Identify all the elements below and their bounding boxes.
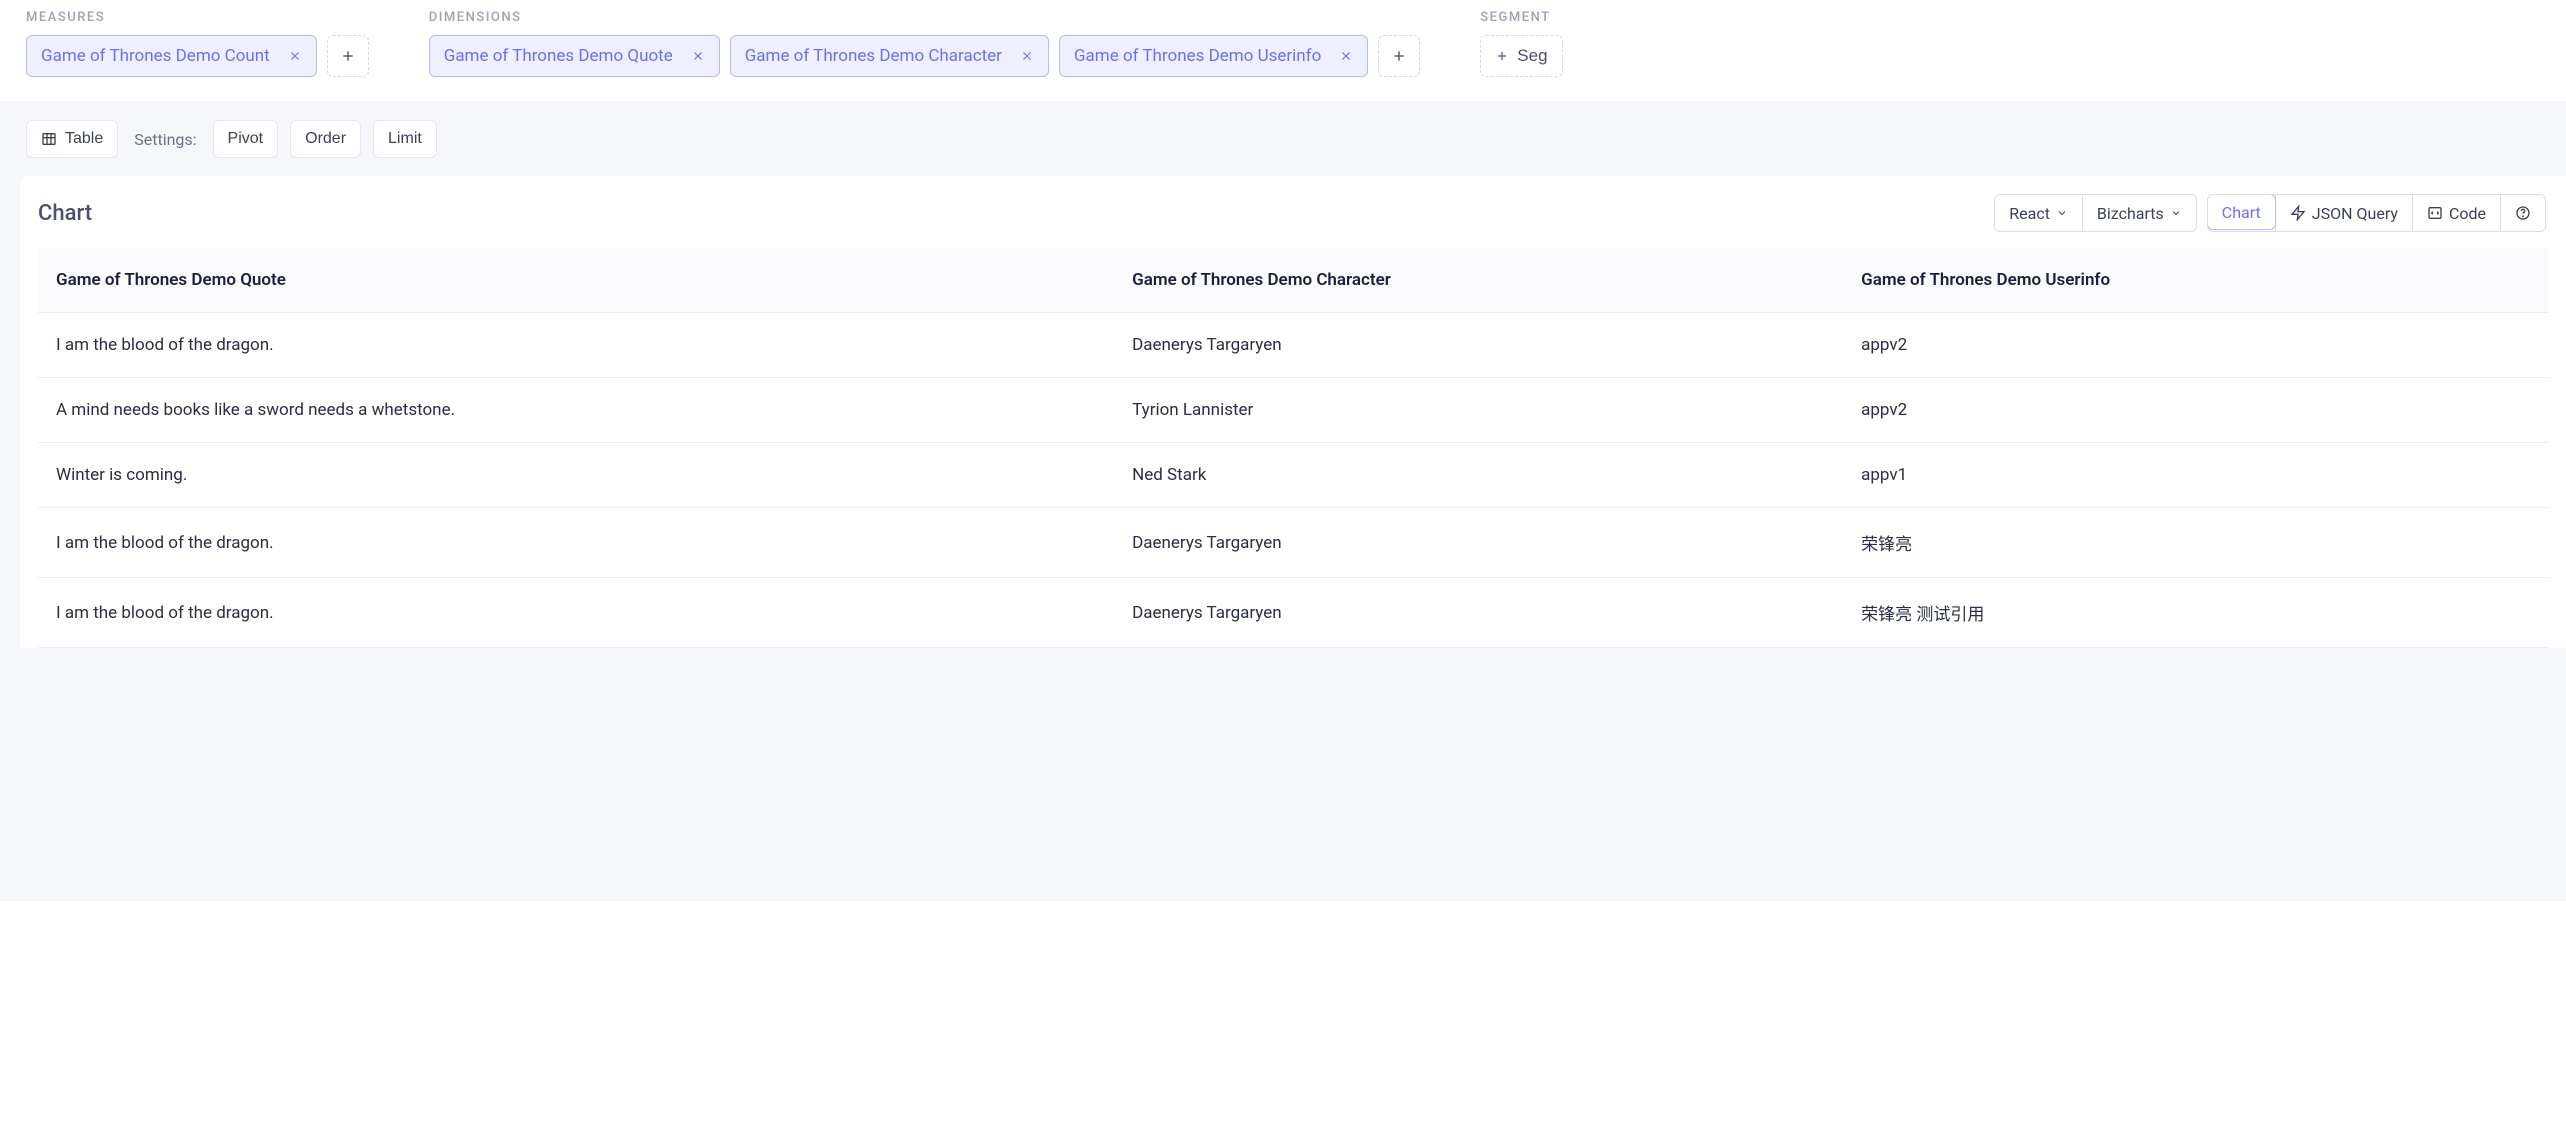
view-json-tab[interactable]: JSON Query (2275, 195, 2412, 231)
chip-label: Game of Thrones Demo Character (745, 46, 1006, 66)
table-cell: A mind needs books like a sword needs a … (38, 378, 1114, 443)
bolt-icon (2290, 205, 2306, 221)
table-cell: I am the blood of the dragon. (38, 313, 1114, 378)
table-cell: appv1 (1843, 443, 2548, 508)
close-icon (691, 49, 705, 63)
view-mode-group: Chart JSON Query Code (2207, 194, 2546, 232)
table-row: A mind needs books like a sword needs a … (38, 378, 2548, 443)
order-label: Order (305, 130, 346, 148)
column-header[interactable]: Game of Thrones Demo Quote (38, 248, 1114, 313)
result-table-wrap: Game of Thrones Demo QuoteGame of Throne… (20, 248, 2566, 648)
close-icon (1020, 49, 1034, 63)
table-cell: 荣锋亮 (1843, 508, 2548, 578)
chip-remove-button[interactable] (1016, 45, 1038, 67)
add-dimension-button[interactable] (1378, 35, 1420, 77)
table-row: Winter is coming.Ned Starkappv1 (38, 443, 2548, 508)
query-builder-bar: MEASURES Game of Thrones Demo Count DIME… (0, 0, 2566, 101)
measures-label: MEASURES (26, 10, 369, 25)
chip-label: Game of Thrones Demo Quote (444, 46, 677, 66)
settings-toolbar: Table Settings: Pivot Order Limit (0, 120, 2566, 176)
table-icon (41, 131, 57, 147)
view-json-label: JSON Query (2312, 204, 2398, 223)
measure-chip[interactable]: Game of Thrones Demo Count (26, 35, 317, 77)
segment-label: SEGMENT (1480, 10, 1562, 25)
chevron-down-icon (2170, 207, 2182, 219)
code-icon (2427, 205, 2443, 221)
view-table-button[interactable]: Table (26, 120, 118, 158)
measures-group: MEASURES Game of Thrones Demo Count (26, 10, 369, 77)
table-row: I am the blood of the dragon.Daenerys Ta… (38, 508, 2548, 578)
close-icon (288, 49, 302, 63)
table-cell: Winter is coming. (38, 443, 1114, 508)
dimensions-group: DIMENSIONS Game of Thrones Demo QuoteGam… (429, 10, 1421, 77)
table-cell: Daenerys Targaryen (1114, 578, 1843, 648)
framework-value: React (2009, 204, 2050, 223)
dimension-chip[interactable]: Game of Thrones Demo Userinfo (1059, 35, 1368, 77)
table-cell: appv2 (1843, 313, 2548, 378)
measures-chip-row: Game of Thrones Demo Count (26, 35, 369, 77)
add-measure-button[interactable] (327, 35, 369, 77)
table-cell: I am the blood of the dragon. (38, 508, 1114, 578)
chip-remove-button[interactable] (284, 45, 306, 67)
column-header[interactable]: Game of Thrones Demo Userinfo (1843, 248, 2548, 313)
view-chart-label: Chart (2222, 203, 2261, 222)
dimension-chip[interactable]: Game of Thrones Demo Quote (429, 35, 720, 77)
segment-chip-row: Seg (1480, 35, 1562, 77)
settings-label: Settings: (130, 130, 200, 149)
table-cell: Ned Stark (1114, 443, 1843, 508)
dimension-chip[interactable]: Game of Thrones Demo Character (730, 35, 1049, 77)
framework-select[interactable]: React (1995, 195, 2082, 231)
table-row: I am the blood of the dragon.Daenerys Ta… (38, 313, 2548, 378)
pivot-button[interactable]: Pivot (213, 120, 279, 158)
table-cell: 荣锋亮 测试引用 (1843, 578, 2548, 648)
panel-controls: React Bizcharts Chart JSON Query (1994, 194, 2556, 232)
chip-label: Game of Thrones Demo Userinfo (1074, 46, 1325, 66)
result-table: Game of Thrones Demo QuoteGame of Throne… (38, 248, 2548, 648)
chartlib-select[interactable]: Bizcharts (2082, 195, 2196, 231)
table-cell: Daenerys Targaryen (1114, 508, 1843, 578)
chevron-down-icon (2056, 207, 2068, 219)
help-button[interactable] (2500, 195, 2545, 231)
framework-select-group: React Bizcharts (1994, 194, 2197, 232)
view-code-tab[interactable]: Code (2412, 195, 2500, 231)
view-table-label: Table (65, 130, 103, 148)
help-icon (2515, 205, 2531, 221)
chip-remove-button[interactable] (687, 45, 709, 67)
add-segment-label: Seg (1517, 46, 1547, 66)
pivot-label: Pivot (228, 130, 264, 148)
dimensions-label: DIMENSIONS (429, 10, 1421, 25)
limit-label: Limit (388, 130, 422, 148)
chart-panel-header: Chart React Bizcharts Chart (20, 194, 2566, 248)
table-cell: I am the blood of the dragon. (38, 578, 1114, 648)
panel-title: Chart (38, 201, 92, 226)
view-chart-tab[interactable]: Chart (2207, 194, 2276, 230)
table-cell: Tyrion Lannister (1114, 378, 1843, 443)
chip-remove-button[interactable] (1335, 45, 1357, 67)
order-button[interactable]: Order (290, 120, 361, 158)
view-code-label: Code (2449, 204, 2486, 223)
table-row: I am the blood of the dragon.Daenerys Ta… (38, 578, 2548, 648)
chart-panel: Chart React Bizcharts Chart (20, 176, 2566, 648)
limit-button[interactable]: Limit (373, 120, 437, 158)
add-segment-button[interactable]: Seg (1480, 35, 1562, 77)
table-cell: Daenerys Targaryen (1114, 313, 1843, 378)
body-area: Table Settings: Pivot Order Limit Chart … (0, 101, 2566, 901)
segment-group: SEGMENT Seg (1480, 10, 1562, 77)
dimensions-chip-row: Game of Thrones Demo Quote Game of Throne… (429, 35, 1421, 77)
chartlib-value: Bizcharts (2097, 204, 2164, 223)
close-icon (1339, 49, 1353, 63)
chip-label: Game of Thrones Demo Count (41, 46, 274, 66)
column-header[interactable]: Game of Thrones Demo Character (1114, 248, 1843, 313)
table-cell: appv2 (1843, 378, 2548, 443)
